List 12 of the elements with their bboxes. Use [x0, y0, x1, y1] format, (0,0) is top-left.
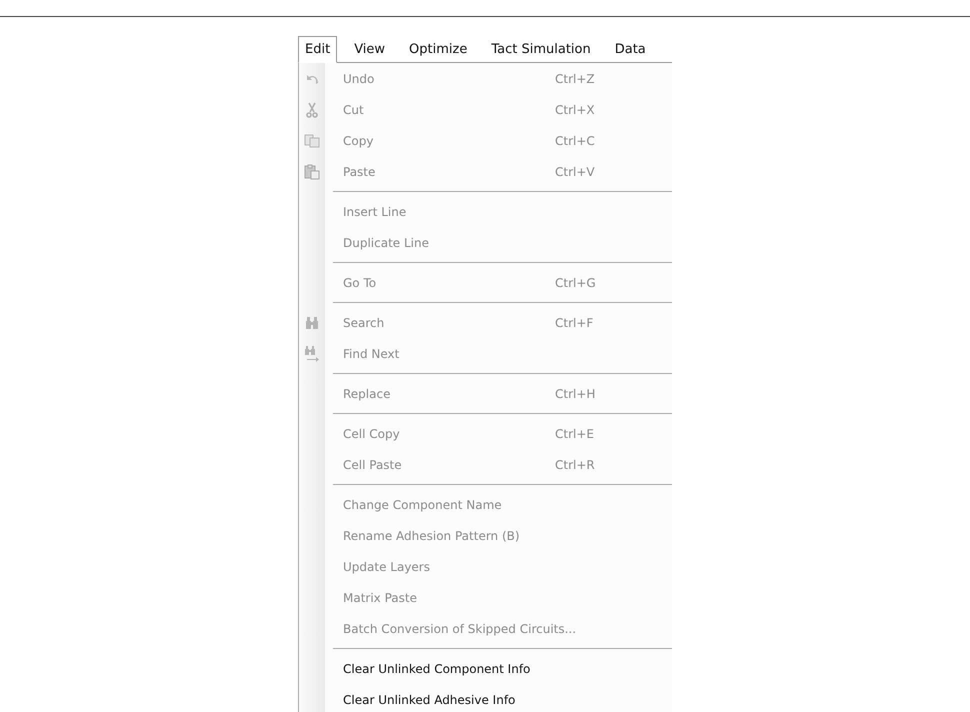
scissors-icon	[306, 102, 318, 118]
copy-icon	[304, 134, 320, 148]
menu-item[interactable]: Clear Unlinked Adhesive Info	[299, 684, 672, 712]
binoculars-arrow-icon	[304, 344, 320, 362]
menu-item[interactable]: Clear Unlinked Component Info	[299, 653, 672, 684]
menu-bar-item[interactable]: Edit	[298, 36, 338, 63]
menu-bar-item[interactable]: Tact Simulation	[484, 36, 598, 63]
menu-bar-item[interactable]: Data	[608, 36, 653, 63]
binoculars-icon	[305, 316, 319, 330]
menu-bar-item[interactable]: View	[347, 36, 392, 63]
clipboard-icon	[304, 164, 320, 180]
menu-bar-item[interactable]: Optimize	[402, 36, 474, 63]
